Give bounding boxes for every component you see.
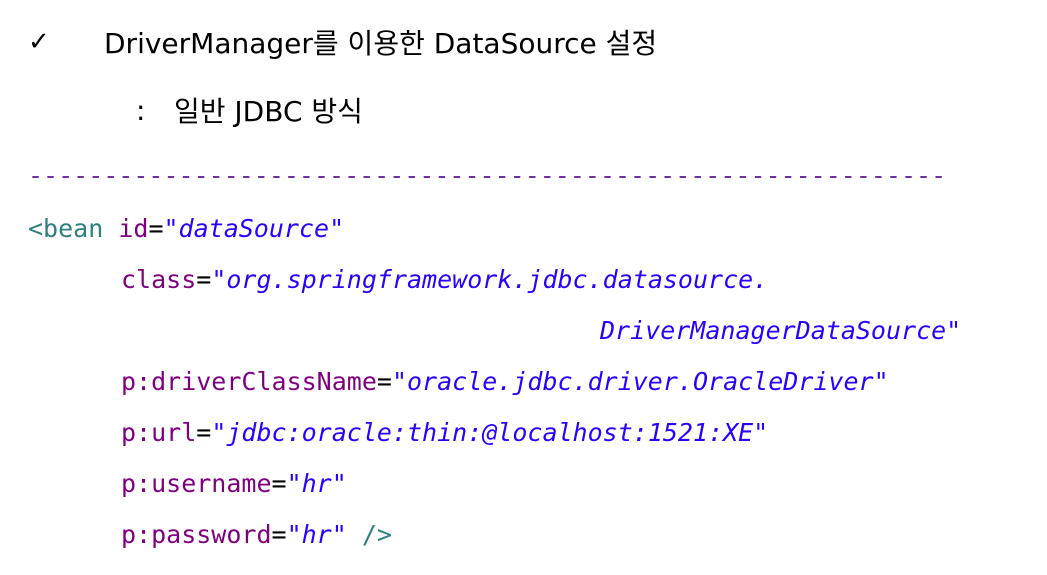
equals-sign: =: [271, 469, 287, 498]
code-line-class: class="org.springframework.jdbc.datasour…: [121, 262, 768, 298]
url-attribute: p:url: [121, 418, 197, 447]
class-attribute: class: [121, 265, 197, 294]
class-value-part2: DriverManagerDataSource": [600, 316, 962, 345]
code-line-driver: p:driverClassName="oracle.jdbc.driver.Or…: [121, 364, 889, 400]
code-line-class-cont: DriverManagerDataSource": [600, 313, 961, 349]
bean-close-tag: />: [361, 520, 392, 549]
equals-sign: =: [196, 265, 212, 294]
username-value: "hr": [286, 469, 347, 498]
dashed-divider: ----------------------------------------…: [28, 161, 947, 190]
equals-sign: =: [271, 520, 287, 549]
equals-sign: =: [196, 418, 212, 447]
driver-attribute: p:driverClassName: [121, 367, 377, 396]
bean-open-tag: <bean: [28, 214, 104, 243]
code-line-password: p:password="hr" />: [121, 517, 392, 553]
subheading-colon: :: [136, 93, 146, 127]
password-attribute: p:password: [121, 520, 272, 549]
id-attribute: id: [118, 214, 149, 243]
heading: ✓ DriverManager를 이용한 DataSource 설정: [28, 20, 657, 64]
heading-title: DriverManager를 이용한 DataSource 설정: [104, 27, 658, 60]
code-line-username: p:username="hr": [121, 466, 347, 502]
url-value: "jdbc:oracle:thin:@localhost:1521:XE": [211, 418, 769, 447]
code-line-bean-id: <bean id="dataSource": [28, 211, 344, 247]
class-value-part1: "org.springframework.jdbc.datasource.: [211, 265, 769, 294]
equals-sign: =: [376, 367, 392, 396]
username-attribute: p:username: [121, 469, 272, 498]
code-line-url: p:url="jdbc:oracle:thin:@localhost:1521:…: [121, 415, 768, 451]
id-value: "dataSource": [163, 214, 345, 243]
password-value: "hr": [286, 520, 347, 549]
subheading: : 일반 JDBC 방식: [136, 88, 363, 132]
driver-value: "oracle.jdbc.driver.OracleDriver": [391, 367, 889, 396]
checkmark-icon: ✓: [28, 27, 50, 57]
document-page: ✓ DriverManager를 이용한 DataSource 설정 : 일반 …: [0, 0, 1047, 575]
subheading-text: 일반 JDBC 방식: [174, 95, 363, 128]
equals-sign: =: [148, 214, 164, 243]
